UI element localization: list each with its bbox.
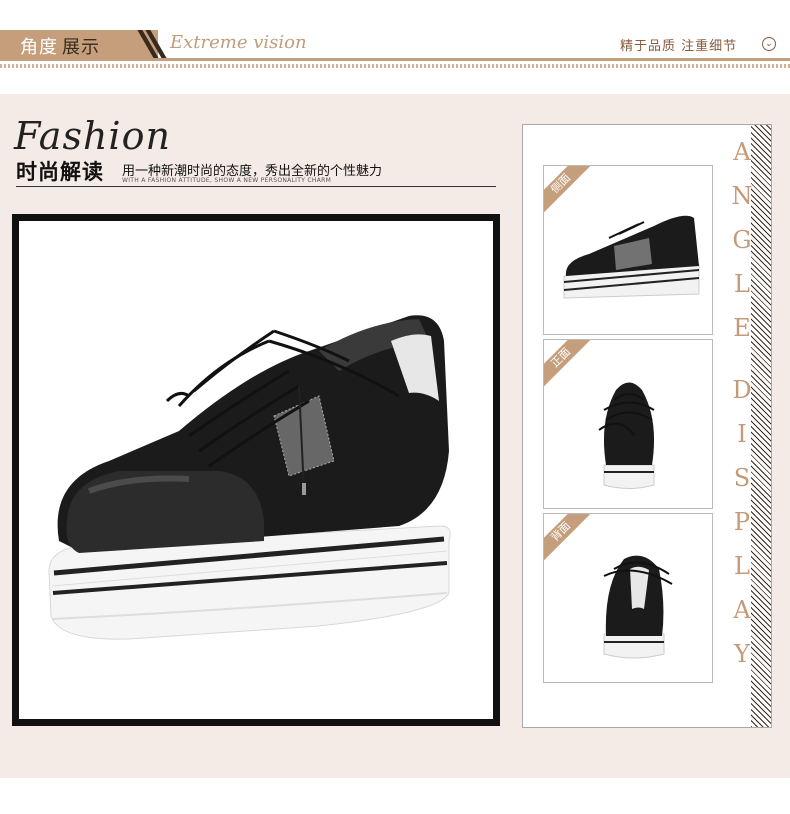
- shoe-side-illustration: [563, 215, 700, 299]
- shoe-main-illustration: [48, 315, 451, 640]
- vertical-letter: P: [733, 508, 751, 536]
- banner-right-text: 精于品质 注重细节: [620, 39, 738, 54]
- fashion-divider: [16, 186, 496, 187]
- fashion-subcaption: WITH A FASHION ATTITUDE, SHOW A NEW PERS…: [122, 177, 332, 184]
- banner-tab-light-text: 角度: [20, 37, 58, 58]
- vertical-letter: L: [734, 270, 750, 298]
- section-banner: 角度 展示 Extreme vision 精于品质 注重细节 ⌄: [0, 0, 790, 94]
- fashion-heading: 时尚解读: [16, 160, 104, 184]
- vertical-letter: I: [737, 420, 747, 448]
- panel-stripe-decoration: [751, 125, 771, 727]
- thumb-front-view[interactable]: 正面: [543, 339, 713, 509]
- banner-tab: 角度 展示: [0, 30, 158, 60]
- vertical-letter: N: [731, 182, 753, 210]
- banner-tab-dark-text: 展示: [62, 37, 100, 58]
- main-product-image[interactable]: [19, 221, 493, 719]
- vertical-letter: E: [733, 314, 751, 342]
- vertical-letter: A: [733, 596, 751, 624]
- vertical-letter: G: [732, 226, 752, 254]
- content-area: Fashion 时尚解读 用一种新潮时尚的态度，秀出全新的个性魅力 WITH A…: [0, 94, 790, 778]
- main-product-frame: [12, 214, 500, 726]
- fashion-title: Fashion: [14, 114, 171, 158]
- vertical-letter: [731, 357, 753, 375]
- banner-dotted-divider: [0, 64, 790, 68]
- chevron-down-circle-icon[interactable]: ⌄: [762, 37, 776, 51]
- angle-display-vertical-text: ANGLE DISPLAY: [731, 137, 753, 683]
- banner-subtitle: Extreme vision: [170, 32, 307, 53]
- vertical-letter: S: [733, 464, 751, 492]
- shoe-back-illustration: [603, 555, 673, 659]
- vertical-letter: D: [732, 376, 752, 404]
- vertical-letter: A: [733, 138, 751, 166]
- shoe-front-illustration: [598, 382, 655, 489]
- thumb-back-view[interactable]: 背面: [543, 513, 713, 683]
- vertical-letter: L: [734, 552, 750, 580]
- banner-divider: [0, 58, 790, 61]
- thumb-side-view[interactable]: 侧面: [543, 165, 713, 335]
- vertical-letter: Y: [734, 640, 750, 668]
- angle-display-panel: ANGLE DISPLAY 侧面 正面 背面: [522, 124, 772, 728]
